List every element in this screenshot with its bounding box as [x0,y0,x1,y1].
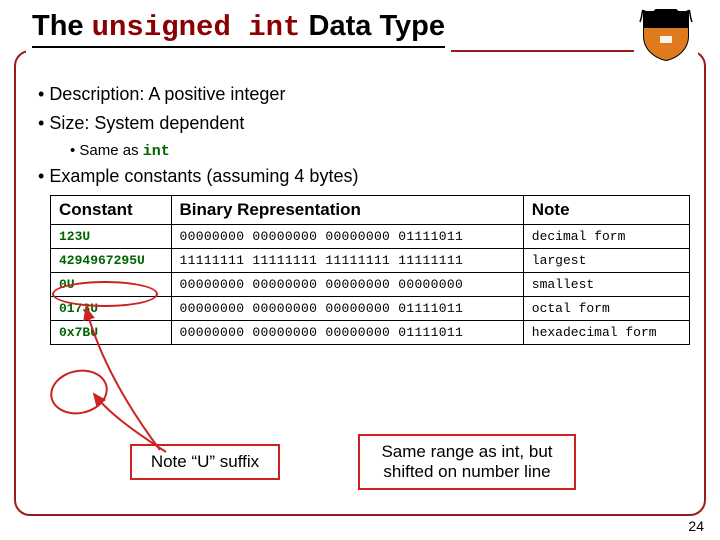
th-binary: Binary Representation [171,196,523,225]
th-constant: Constant [51,196,172,225]
cell-binary: 00000000 00000000 00000000 01111011 [171,225,523,249]
th-note: Note [523,196,689,225]
bullet-size: Size: System dependent [38,113,690,134]
cell-note: octal form [523,297,689,321]
cell-note: largest [523,249,689,273]
cell-binary: 00000000 00000000 00000000 00000000 [171,273,523,297]
title-keyword: unsigned int [92,11,301,44]
princeton-shield-icon [634,6,698,67]
title-block: The unsigned int Data Type [26,10,451,54]
callout-range-note: Same range as int, but shifted on number… [358,434,576,490]
slide-title: The unsigned int Data Type [32,10,445,44]
cell-note: decimal form [523,225,689,249]
callout-range-text: Same range as int, but shifted on number… [381,442,552,481]
size-sub-keyword: int [143,143,170,160]
cell-constant: 123U [51,225,172,249]
table-row: 0173U 00000000 00000000 00000000 0111101… [51,297,690,321]
callout-u-suffix-text: Note “U” suffix [151,452,259,471]
title-post: Data Type [300,10,445,42]
title-underline [32,46,445,48]
cell-constant: 0x7BU [51,321,172,345]
cell-constant: 0U [51,273,172,297]
table-row: 123U 00000000 00000000 00000000 01111011… [51,225,690,249]
bullet-examples: Example constants (assuming 4 bytes) [38,166,690,187]
page-number: 24 [688,518,704,534]
bullet-size-sub: Same as int [70,142,690,160]
size-sub-pre: Same as [79,142,142,159]
callout-u-suffix: Note “U” suffix [130,444,280,480]
cell-binary: 00000000 00000000 00000000 01111011 [171,321,523,345]
constants-table: Constant Binary Representation Note 123U… [50,195,690,345]
table-header-row: Constant Binary Representation Note [51,196,690,225]
cell-binary: 11111111 11111111 11111111 11111111 [171,249,523,273]
cell-binary: 00000000 00000000 00000000 01111011 [171,297,523,321]
cell-constant: 0173U [51,297,172,321]
table-row: 0U 00000000 00000000 00000000 00000000 s… [51,273,690,297]
table-row: 4294967295U 11111111 11111111 11111111 1… [51,249,690,273]
cell-constant: 4294967295U [51,249,172,273]
table-row: 0x7BU 00000000 00000000 00000000 0111101… [51,321,690,345]
content-area: Description: A positive integer Size: Sy… [30,78,690,345]
bullet-description: Description: A positive integer [38,84,690,105]
title-pre: The [32,10,92,42]
cell-note: smallest [523,273,689,297]
cell-note: hexadecimal form [523,321,689,345]
